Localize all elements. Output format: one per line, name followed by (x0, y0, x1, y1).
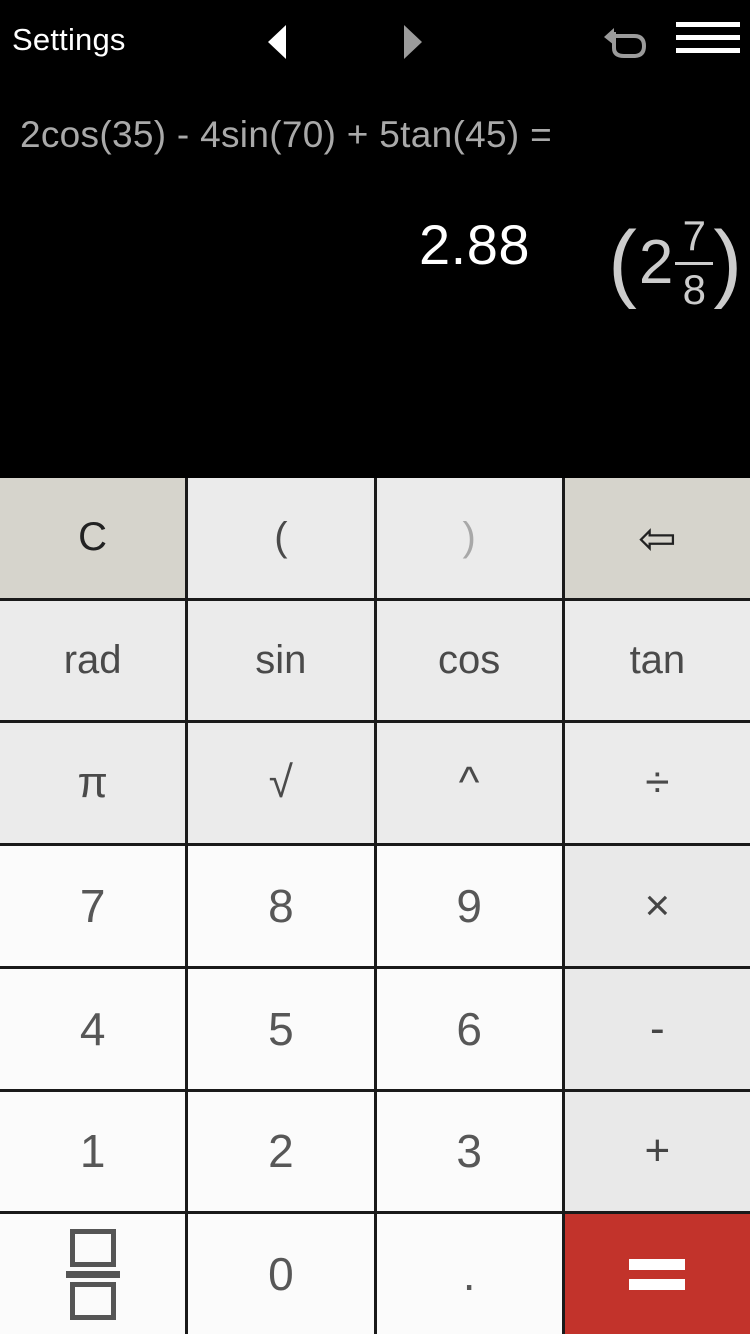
calculator-display[interactable]: 2cos(35) - 4sin(70) + 5tan(45) = 2.88 ( … (0, 82, 750, 478)
digit-3-button[interactable]: 3 (376, 1091, 562, 1212)
fraction-numerator: 7 (682, 211, 707, 259)
key-label: ) (462, 515, 476, 560)
decimal-point-button[interactable]: . (376, 1214, 562, 1334)
close-paren-button[interactable]: ) (376, 478, 562, 598)
key-label: 2 (268, 1125, 294, 1178)
digit-2-button[interactable]: 2 (188, 1091, 374, 1212)
key-label: 4 (79, 1002, 106, 1055)
fraction-bar (675, 261, 714, 265)
tan-button[interactable]: tan (564, 600, 750, 721)
settings-label[interactable]: Settings (12, 18, 126, 62)
key-label: 8 (268, 879, 294, 932)
fraction-open-paren: ( (608, 214, 637, 311)
key-label: 7 (79, 879, 106, 932)
key-label: + (644, 1126, 671, 1176)
divide-button[interactable]: ÷ (564, 723, 750, 844)
digit-4-button[interactable]: 4 (0, 968, 186, 1089)
sqrt-button[interactable]: √ (188, 723, 374, 844)
hamburger-menu-icon (676, 22, 740, 27)
equals-sign-icon (629, 1258, 686, 1290)
key-label: ÷ (645, 758, 670, 808)
triangle-right-icon (404, 25, 422, 59)
key-label: sin (255, 638, 307, 683)
digit-8-button[interactable]: 8 (188, 846, 374, 966)
pi-button[interactable]: π (0, 723, 186, 844)
rad-button[interactable]: rad (0, 600, 186, 721)
key-label: rad (63, 638, 122, 683)
result-fraction: ( 2 7 8 ) (608, 198, 742, 328)
key-label: . (462, 1247, 476, 1300)
fraction-whole-part: 2 (638, 228, 674, 297)
key-label: 6 (456, 1002, 482, 1055)
multiply-button[interactable]: × (564, 846, 750, 966)
fraction-denominator: 8 (682, 265, 707, 313)
digit-7-button[interactable]: 7 (0, 846, 186, 966)
key-label: tan (629, 638, 686, 683)
key-label: π (77, 758, 108, 808)
calculator-app: Settings 2cos(35) - 4sin(70) + 5tan(45) … (0, 0, 750, 1334)
power-button[interactable]: ^ (376, 723, 562, 844)
undo-button[interactable] (600, 18, 656, 66)
hamburger-menu-button[interactable] (676, 22, 740, 60)
backspace-left-arrow-icon: ⇦ (638, 511, 677, 564)
key-label: 3 (456, 1125, 482, 1178)
key-label: 0 (268, 1248, 294, 1301)
key-label: √ (268, 758, 293, 808)
key-label: C (78, 515, 108, 560)
plus-button[interactable]: + (564, 1091, 750, 1212)
triangle-left-icon (268, 25, 286, 59)
fraction-close-paren: ) (713, 214, 742, 311)
expression-text: 2cos(35) - 4sin(70) + 5tan(45) = (20, 114, 552, 155)
key-label: 5 (268, 1002, 294, 1055)
clear-button[interactable]: C (0, 478, 186, 598)
open-paren-button[interactable]: ( (188, 478, 374, 598)
minus-button[interactable]: - (564, 968, 750, 1089)
fraction-boxes-icon (65, 1228, 120, 1320)
sin-button[interactable]: sin (188, 600, 374, 721)
result-value: 2.88 (419, 213, 530, 276)
key-label: cos (438, 638, 501, 683)
digit-6-button[interactable]: 6 (376, 968, 562, 1089)
key-label: ( (274, 515, 288, 560)
nav-next-button[interactable] (400, 22, 436, 62)
backspace-button[interactable]: ⇦ (564, 478, 750, 598)
equals-button[interactable] (564, 1214, 750, 1334)
cos-button[interactable]: cos (376, 600, 562, 721)
key-label: × (644, 880, 671, 930)
key-label: 9 (456, 879, 482, 932)
fraction-part: 7 8 (675, 211, 714, 313)
key-label: 1 (79, 1125, 106, 1178)
app-header: Settings (0, 0, 750, 82)
digit-0-button[interactable]: 0 (188, 1214, 374, 1334)
nav-prev-button[interactable] (268, 22, 304, 62)
digit-5-button[interactable]: 5 (188, 968, 374, 1089)
calculator-keypad: C () ⇦ rad sin cos tan π √ ^ ÷ 7 8 9 × 4 5 6 - 1 2 3 +0. (0, 478, 750, 1334)
key-label: - (650, 1003, 665, 1053)
digit-1-button[interactable]: 1 (0, 1091, 186, 1212)
digit-9-button[interactable]: 9 (376, 846, 562, 966)
hamburger-menu-icon (676, 48, 740, 53)
undo-arrow-icon (604, 28, 647, 58)
fraction-button[interactable] (0, 1214, 186, 1334)
result-row: 2.88 ( 2 7 8 ) (0, 202, 750, 332)
hamburger-menu-icon (676, 35, 740, 40)
key-label: ^ (458, 758, 480, 808)
